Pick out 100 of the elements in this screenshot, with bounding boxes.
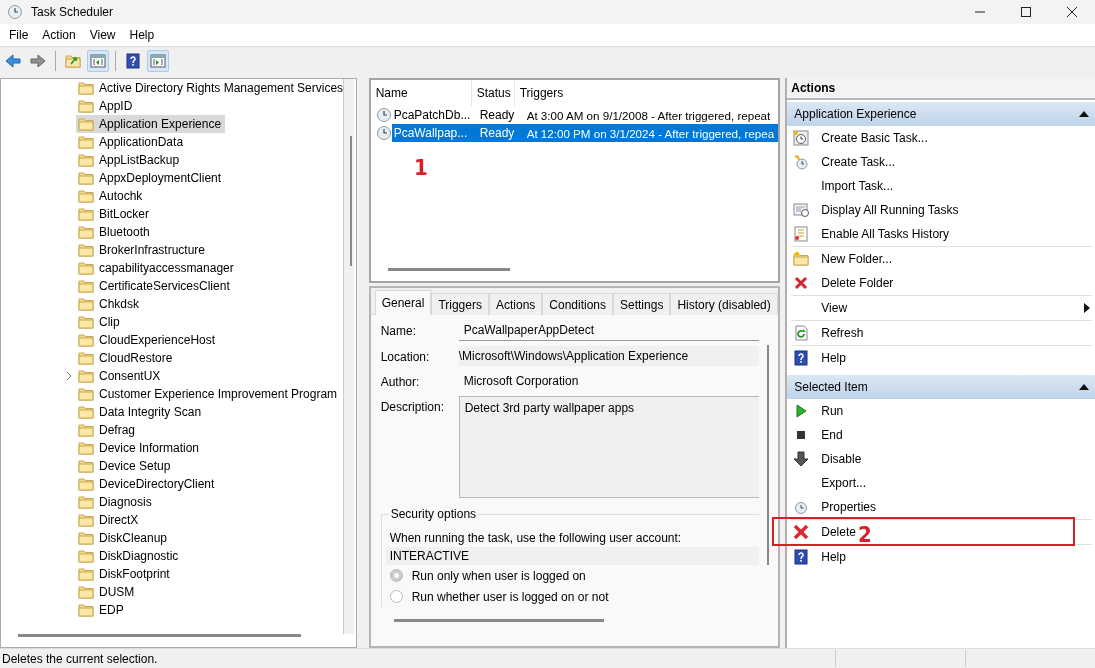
text-field[interactable]: \Microsoft\Windows\Application Experience xyxy=(458,346,759,366)
tree-item[interactable]: BitLocker xyxy=(76,205,154,223)
text-field[interactable]: PcaWallpaperAppDetect xyxy=(458,320,759,341)
delete-icon xyxy=(793,275,810,291)
table-cell-text: PcaPatchDb... xyxy=(392,108,472,122)
command-link[interactable]: Import Task... xyxy=(791,174,1092,198)
folder-icon xyxy=(78,458,94,474)
tab[interactable]: General xyxy=(374,290,432,315)
command-link[interactable]: New Folder... xyxy=(791,247,1092,271)
tab[interactable]: Triggers xyxy=(431,293,489,315)
tree-item[interactable]: Device Setup xyxy=(76,457,175,475)
command-link[interactable]: Create Task... xyxy=(791,150,1092,174)
menu-item[interactable]: File xyxy=(2,26,36,44)
radio-button[interactable] xyxy=(389,569,403,582)
tree-item[interactable]: AppxDeploymentClient xyxy=(76,169,226,187)
command-link[interactable]: Help xyxy=(791,545,1092,569)
status-text: Deletes the current selection. xyxy=(1,651,159,666)
submenu-arrow-icon xyxy=(1084,303,1090,313)
field-label: Location: xyxy=(380,349,431,366)
tab[interactable]: History (disabled) xyxy=(670,293,778,315)
tree-item[interactable]: ApplicationData xyxy=(76,133,188,151)
command-link[interactable]: Help xyxy=(791,346,1092,370)
text-field[interactable]: INTERACTIVE xyxy=(385,547,759,565)
folder-icon xyxy=(78,260,94,276)
tree-item[interactable]: EDP xyxy=(76,601,128,619)
command-link[interactable]: Enable All Tasks History xyxy=(791,222,1092,247)
command-link[interactable]: Refresh xyxy=(791,321,1092,346)
folder-icon xyxy=(78,512,94,528)
menu-item[interactable]: Help xyxy=(122,26,162,44)
tree-item[interactable]: Bluetooth xyxy=(76,223,154,241)
task-row[interactable]: PcaPatchDb... Ready At 3:00 AM on 9/1/2008 - After triggered, repeat xyxy=(391,106,779,124)
annotation-number: 1 xyxy=(414,155,428,180)
tree-item[interactable]: Customer Experience Improvement Program xyxy=(76,385,342,403)
tree-item[interactable]: AppID xyxy=(76,97,137,115)
menu-item[interactable]: Action xyxy=(35,26,83,44)
command-link[interactable]: Delete Folder xyxy=(791,271,1092,296)
tree-item[interactable]: ConsentUX xyxy=(76,367,165,385)
command-link[interactable]: Run xyxy=(791,399,1092,423)
section-header[interactable]: Application Experience xyxy=(787,102,1095,126)
menu-item[interactable]: View xyxy=(82,26,123,44)
annotation-number: 2 xyxy=(857,522,873,547)
folder-icon xyxy=(78,170,94,186)
tree-item[interactable]: Application Experience xyxy=(76,115,226,133)
tree-item[interactable]: Diagnosis xyxy=(76,493,156,511)
folder-icon xyxy=(78,296,94,312)
column-header[interactable]: Status xyxy=(471,80,515,106)
scrollbar[interactable] xyxy=(393,619,604,622)
folder-icon xyxy=(78,350,94,366)
command-link[interactable]: Create Basic Task... xyxy=(791,126,1092,150)
tree-item[interactable]: AppListBackup xyxy=(76,151,184,169)
tree-item[interactable]: DiskCleanup xyxy=(76,529,172,547)
scrollbar[interactable] xyxy=(387,268,510,271)
command-link[interactable]: Export... xyxy=(791,471,1092,495)
text-field[interactable]: Detect 3rd party wallpaper apps xyxy=(458,396,759,498)
radio-button[interactable] xyxy=(389,590,403,603)
tree-item[interactable]: DeviceDirectoryClient xyxy=(76,475,219,493)
tree-item[interactable]: Active Directory Rights Management Services xyxy=(76,79,348,97)
folder-icon xyxy=(78,422,94,438)
command-link[interactable]: Properties xyxy=(791,495,1092,520)
tree-item[interactable]: Device Information xyxy=(76,439,204,457)
folder-icon xyxy=(78,188,94,204)
clock-icon xyxy=(793,499,810,515)
tab[interactable]: Conditions xyxy=(542,293,613,315)
window-clock-icon xyxy=(793,202,810,218)
scrollbar[interactable] xyxy=(18,634,301,637)
close-icon[interactable] xyxy=(1065,6,1079,18)
tab[interactable]: Settings xyxy=(613,293,671,315)
task-row[interactable]: PcaWallpap... Ready At 12:00 PM on 3/1/2024 - After triggered, repea xyxy=(391,124,779,142)
command-link[interactable]: Display All Running Tasks xyxy=(791,198,1092,222)
tree-item[interactable]: BrokerInfrastructure xyxy=(76,241,210,259)
table-cell-text: PcaWallpap... xyxy=(392,126,469,140)
tree-item[interactable]: Defrag xyxy=(76,421,140,439)
column-header[interactable]: Triggers xyxy=(514,80,779,106)
document-list-icon xyxy=(793,226,810,242)
tab[interactable]: Actions xyxy=(488,293,543,315)
tree-item[interactable]: Chkdsk xyxy=(76,295,143,313)
tree-item[interactable]: CloudRestore xyxy=(76,349,177,367)
tree-item[interactable]: DiskFootprint xyxy=(76,565,174,583)
folder-icon xyxy=(78,386,94,402)
tree-item[interactable]: DiskDiagnostic xyxy=(76,547,183,565)
scrollbar[interactable] xyxy=(342,79,354,634)
pane-toggle-button[interactable] xyxy=(147,50,169,72)
maximize-icon[interactable] xyxy=(1019,6,1033,18)
column-header[interactable]: Name xyxy=(370,80,472,106)
tree-item[interactable]: DirectX xyxy=(76,511,143,529)
command-link[interactable]: View xyxy=(791,296,1092,321)
tree-item[interactable]: DUSM xyxy=(76,583,139,601)
scrollbar[interactable] xyxy=(766,345,769,565)
command-link[interactable]: Disable xyxy=(791,447,1092,471)
tree-item[interactable]: capabilityaccessmanager xyxy=(76,259,238,277)
pane-toggle-button[interactable] xyxy=(87,50,109,72)
tree-item[interactable]: Data Integrity Scan xyxy=(76,403,206,421)
folder-icon xyxy=(78,404,94,420)
folder-icon xyxy=(78,206,94,222)
section-header[interactable]: Selected Item xyxy=(787,375,1095,399)
command-link[interactable]: End xyxy=(791,423,1092,447)
tree-item[interactable]: CloudExperienceHost xyxy=(76,331,220,349)
tree-item[interactable]: CertificateServicesClient xyxy=(76,277,234,295)
tree-item[interactable]: Clip xyxy=(76,313,124,331)
tree-item[interactable]: Autochk xyxy=(76,187,147,205)
